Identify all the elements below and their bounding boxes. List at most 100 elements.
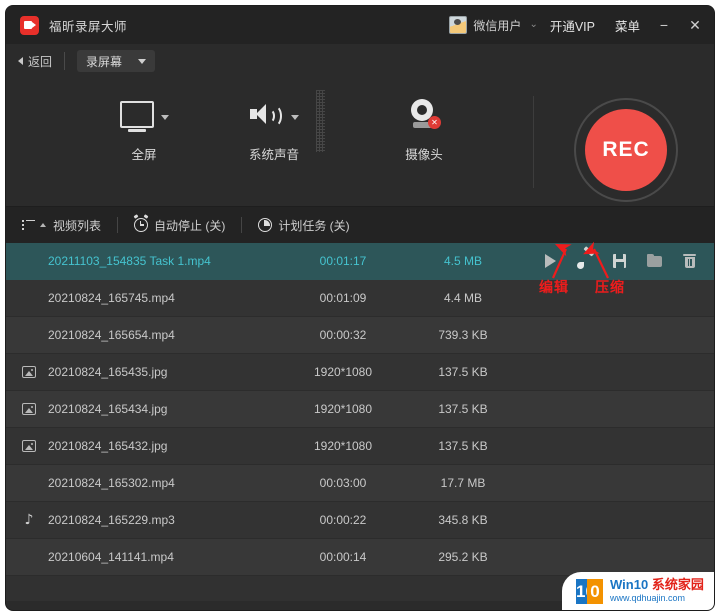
- capture-option-label: 全屏: [131, 148, 157, 162]
- table-row[interactable]: 20211103_154835 Task 1.mp4 00:01:17 4.5 …: [6, 243, 714, 280]
- menu-button[interactable]: 菜单: [615, 16, 640, 35]
- rec-button[interactable]: REC: [585, 109, 667, 191]
- auto-stop-button[interactable]: 自动停止 (关): [133, 214, 225, 234]
- file-size: 137.5 KB: [438, 402, 488, 416]
- back-label: 返回: [28, 54, 53, 69]
- file-duration: 00:01:17: [319, 254, 367, 268]
- title-bar: 福昕录屏大师 微信用户 ⌄ 开通VIP 菜单 − ✕: [6, 6, 714, 44]
- file-size: 739.3 KB: [438, 328, 488, 342]
- close-button[interactable]: ✕: [688, 18, 702, 32]
- table-row[interactable]: 20210824_165654.mp4 00:00:32 739.3 KB: [6, 317, 714, 354]
- file-name: 20210824_165432.jpg: [48, 439, 168, 453]
- rec-button-ring: REC: [574, 98, 678, 202]
- video-play-logo-icon: [20, 15, 39, 35]
- chevron-down-icon[interactable]: [160, 114, 169, 120]
- file-name: 20210824_165302.mp4: [48, 476, 175, 490]
- image-icon: [22, 403, 36, 415]
- win10-logo-icon: 10 0: [576, 578, 604, 604]
- toolbar-divider: [64, 52, 66, 70]
- watermark-brand-win: Win: [610, 577, 634, 593]
- watermark-logo-zero: 0: [587, 578, 603, 604]
- list-toolbar: 视频列表 自动停止 (关) 计划任务 (关): [6, 206, 714, 243]
- alarm-clock-icon: [133, 214, 149, 232]
- file-name: 20210824_165229.mp3: [48, 513, 175, 527]
- scheduled-task-label: 计划任务 (关): [278, 218, 350, 233]
- file-duration: 00:00:32: [319, 328, 367, 342]
- table-row[interactable]: 20210824_165302.mp4 00:03:00 17.7 MB: [6, 465, 714, 502]
- monitor-icon: [119, 100, 154, 132]
- chevron-down-icon[interactable]: [290, 114, 299, 120]
- capture-option-webcam[interactable]: ✕ 摄像头: [364, 92, 484, 163]
- file-name: 20210824_165434.jpg: [48, 402, 168, 416]
- webcam-icon-wrap: ✕: [364, 92, 484, 136]
- minimize-button[interactable]: −: [657, 18, 671, 32]
- record-mode-label: 录屏幕: [86, 54, 123, 69]
- video-list-label: 视频列表: [53, 218, 102, 233]
- open-folder-icon[interactable]: [647, 253, 663, 269]
- file-size: 4.4 MB: [443, 291, 482, 305]
- file-size: 345.8 KB: [438, 513, 488, 527]
- speaker-icon: [249, 100, 284, 128]
- image-icon: [22, 366, 36, 378]
- file-name: 20210604_141141.mp4: [48, 550, 174, 564]
- toolbar-divider: [117, 217, 119, 233]
- capture-option-label: 摄像头: [405, 148, 443, 162]
- row-type-icon: [18, 366, 40, 378]
- open-vip-button[interactable]: 开通VIP: [550, 16, 595, 35]
- webcam-disabled-icon: ✕: [409, 99, 441, 129]
- record-mode-dropdown[interactable]: 录屏幕: [77, 50, 156, 72]
- file-duration: 1920*1080: [313, 365, 373, 379]
- file-name: 20211103_154835 Task 1.mp4: [48, 254, 211, 268]
- file-size: 17.7 MB: [440, 476, 486, 490]
- table-row[interactable]: 20210824_165432.jpg 1920*1080 137.5 KB: [6, 428, 714, 465]
- row-actions: [542, 246, 698, 269]
- rec-section-divider: [533, 96, 534, 188]
- table-row[interactable]: 20210604_141141.mp4 00:00:14 295.2 KB: [6, 539, 714, 576]
- annotation-label-compress: 压缩: [595, 279, 625, 295]
- chevron-down-icon[interactable]: ⌄: [529, 20, 537, 30]
- delete-icon[interactable]: [682, 253, 698, 269]
- watermark-logo-one: 10: [576, 578, 595, 604]
- app-window: 福昕录屏大师 微信用户 ⌄ 开通VIP 菜单 − ✕ 返回 录屏幕 全屏 系统声…: [6, 6, 714, 610]
- back-arrow-icon: [18, 57, 23, 65]
- file-duration: 1920*1080: [313, 402, 373, 416]
- table-row[interactable]: 20210824_165434.jpg 1920*1080 137.5 KB: [6, 391, 714, 428]
- watermark-brand-ten: 10: [633, 577, 649, 593]
- edit-brush-icon[interactable]: [577, 246, 595, 269]
- play-icon[interactable]: [542, 253, 558, 269]
- fullscreen-icon-wrap: [84, 92, 204, 136]
- annotation-label-edit: 编辑: [539, 279, 569, 295]
- user-name-label[interactable]: 微信用户: [473, 17, 521, 34]
- file-name: 20210824_165745.mp4: [48, 291, 175, 305]
- user-avatar-icon[interactable]: [449, 16, 468, 34]
- row-type-icon: [18, 403, 40, 415]
- scheduled-task-button[interactable]: 计划任务 (关): [258, 217, 350, 234]
- file-duration: 00:00:22: [319, 513, 367, 527]
- back-button[interactable]: 返回: [18, 53, 52, 70]
- file-duration: 00:00:14: [319, 550, 367, 564]
- capture-option-fullscreen[interactable]: 全屏: [84, 92, 204, 163]
- disabled-badge-icon: ✕: [428, 116, 441, 129]
- chevron-up-icon: [40, 223, 46, 227]
- titlebar-right-group: 微信用户 ⌄ 开通VIP 菜单 − ✕: [449, 16, 714, 35]
- watermark: 10 0 Win10 系统家园 www.qdhuajin.com: [562, 572, 714, 610]
- compress-icon[interactable]: [612, 253, 628, 269]
- row-type-icon: [18, 440, 40, 452]
- file-name: 20210824_165435.jpg: [48, 365, 168, 379]
- table-row[interactable]: 20210824_165435.jpg 1920*1080 137.5 KB: [6, 354, 714, 391]
- sub-toolbar: 返回 录屏幕: [6, 44, 714, 78]
- watermark-text: Win10 系统家园 www.qdhuajin.com: [610, 578, 704, 603]
- video-list-button[interactable]: 视频列表: [22, 217, 101, 234]
- file-size: 4.5 MB: [443, 254, 482, 268]
- app-title: 福昕录屏大师: [49, 19, 128, 34]
- list-icon: [22, 219, 35, 231]
- row-type-icon: ♪: [18, 513, 40, 527]
- toolbar-divider: [241, 217, 243, 233]
- watermark-site: www.qdhuajin.com: [610, 593, 686, 604]
- capture-options-panel: 全屏 系统声音 ✕ 摄像头 REC: [6, 78, 714, 206]
- table-row[interactable]: ♪ 20210824_165229.mp3 00:00:22 345.8 KB: [6, 502, 714, 539]
- watermark-brand-cn: 系统家园: [651, 577, 704, 593]
- file-duration: 1920*1080: [313, 439, 373, 453]
- file-duration: 00:03:00: [319, 476, 367, 490]
- clock-icon: [258, 218, 273, 232]
